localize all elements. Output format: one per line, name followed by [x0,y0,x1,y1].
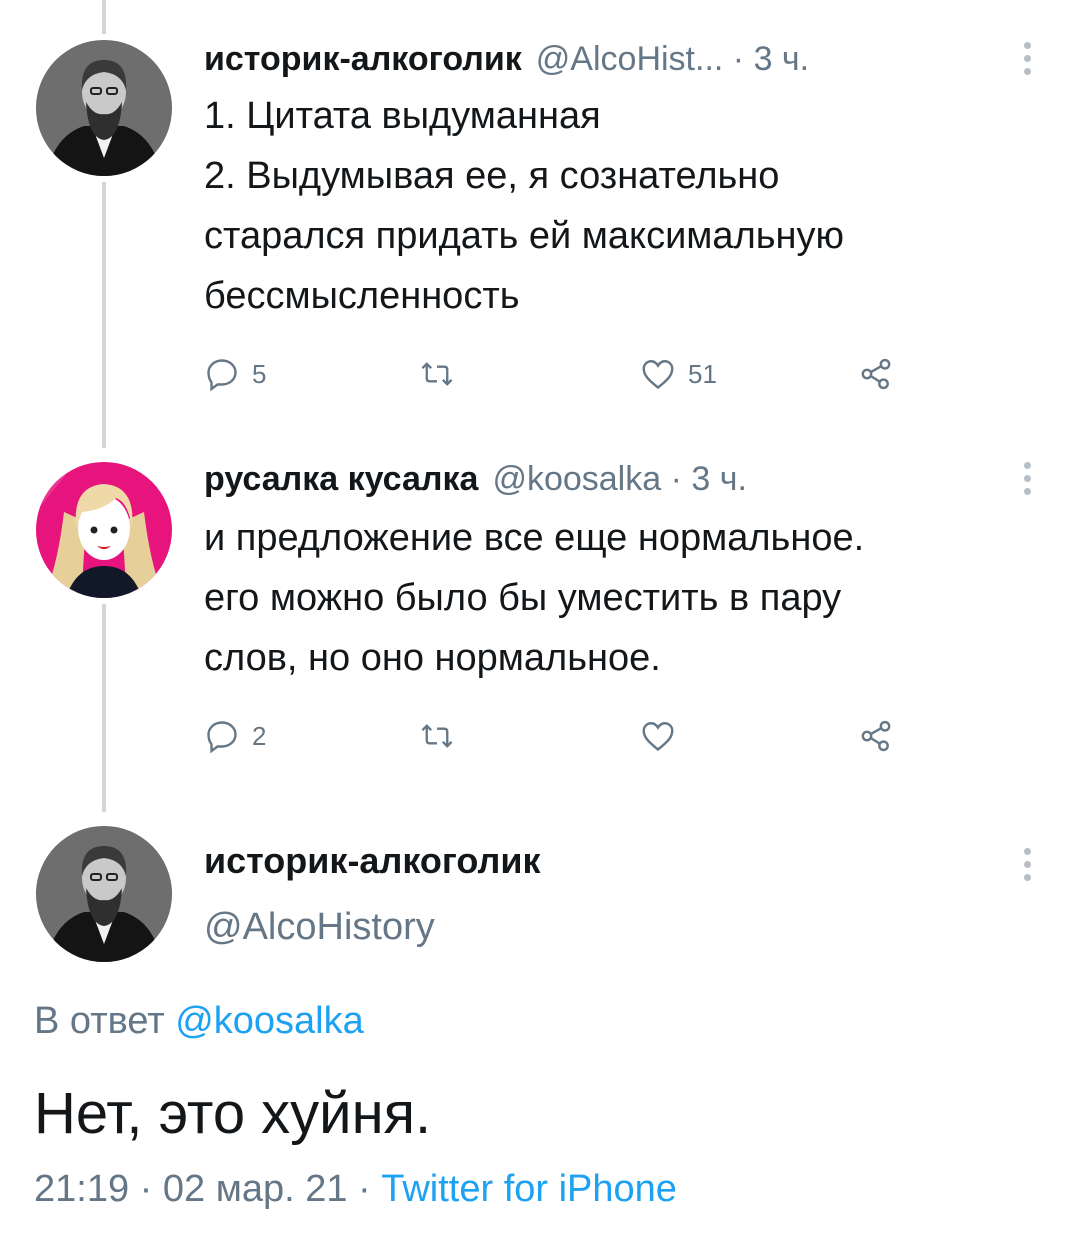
retweet-button[interactable] [418,718,468,754]
share-icon [861,720,891,752]
share-button[interactable] [858,718,894,754]
timestamp[interactable]: 3 ч. [754,40,810,79]
portrait-avatar-image [36,40,172,176]
tweet-text-line: 1. Цитата выдуманная [204,95,601,137]
reply-icon [207,359,237,392]
display-name[interactable]: русалка кусалка [204,460,478,499]
tweet-text-line: бессмысленность [204,275,520,317]
like-button[interactable]: 51 [640,356,717,392]
thread-line-top [102,0,106,34]
reply-button[interactable]: 5 [204,356,266,392]
reply-prefix: В ответ [34,1000,176,1042]
mermaid-avatar-image [36,462,172,598]
reply-count: 2 [252,720,267,751]
like-icon [642,722,674,752]
tweet-header: историк-алкоголик @AlcoHist... · 3 ч. [204,40,809,79]
retweet-icon [421,724,453,748]
user-handle[interactable]: @AlcoHist... [536,40,724,79]
like-count: 51 [688,358,717,389]
like-icon [642,360,674,390]
tweet-text-line: слов, но оно нормальное. [204,637,661,679]
retweet-icon [421,362,453,386]
reply-button[interactable]: 2 [204,718,266,754]
more-icon[interactable] [1022,462,1032,501]
retweet-button[interactable] [418,356,468,392]
timestamp[interactable]: 21:19 · 02 мар. 21 · [34,1168,381,1210]
tweet-text: и предложение все еще нормальное. его мо… [204,508,864,688]
separator: · [661,460,692,498]
portrait-avatar-image [36,826,172,962]
more-icon[interactable] [1022,42,1032,81]
thread-line-2 [102,604,106,812]
tweet-text-line: старался придать ей максимальную [204,215,845,257]
avatar[interactable] [36,462,172,598]
share-button[interactable] [858,356,894,392]
separator: · [723,40,754,78]
reply-context: В ответ @koosalka [34,1000,364,1043]
tweet-header: русалка кусалка @koosalka · 3 ч. [204,460,747,499]
avatar[interactable] [36,826,172,962]
tweet-text: 1. Цитата выдуманная 2. Выдумывая ее, я … [204,86,844,326]
share-icon [861,358,891,390]
avatar[interactable] [36,40,172,176]
reply-icon [207,721,237,754]
user-handle[interactable]: @koosalka [492,460,661,499]
like-button[interactable] [640,718,688,754]
thread-line-1 [102,182,106,448]
user-handle[interactable]: @AlcoHistory [204,906,435,949]
tweet-meta: 21:19 · 02 мар. 21 · Twitter for iPhone [34,1168,677,1211]
tweet-text-line: 2. Выдумывая ее, я сознательно [204,155,780,197]
reply-mention-link[interactable]: @koosalka [175,1000,364,1042]
tweet-text: Нет, это хуйня. [34,1081,432,1146]
tweet-text-line: его можно было бы уместить в пару [204,577,842,619]
more-icon[interactable] [1022,848,1032,887]
reply-count: 5 [252,358,267,389]
client-link[interactable]: Twitter for iPhone [381,1168,677,1210]
display-name[interactable]: историк-алкоголик [204,840,540,882]
tweet-text-line: и предложение все еще нормальное. [204,517,865,559]
timestamp[interactable]: 3 ч. [691,460,747,499]
display-name[interactable]: историк-алкоголик [204,40,522,79]
